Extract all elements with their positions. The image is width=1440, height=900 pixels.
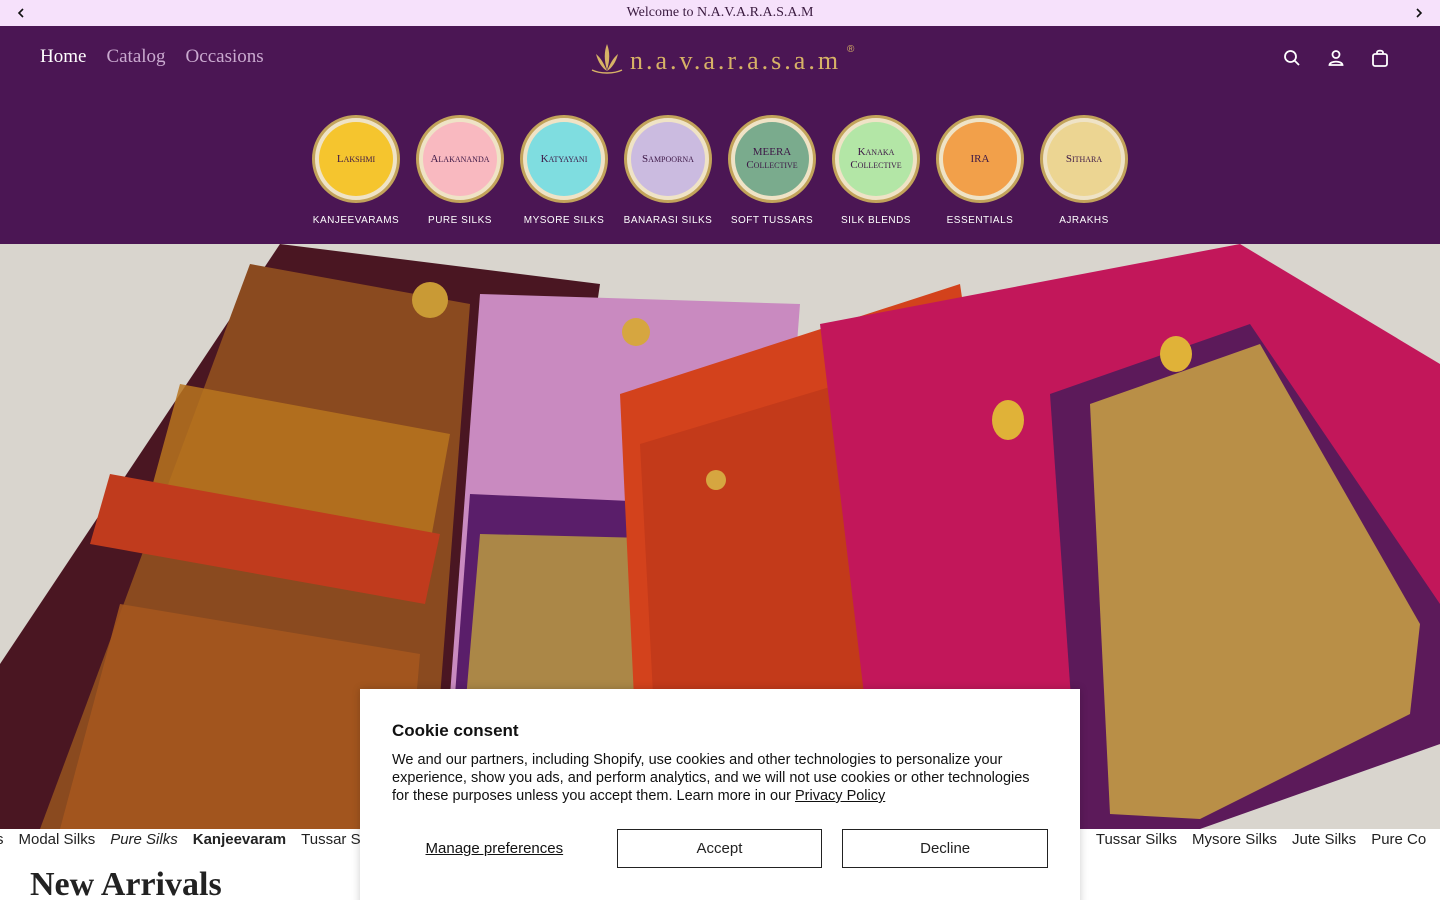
nav-home[interactable]: Home <box>40 46 86 68</box>
main-nav: Home Catalog Occasions <box>40 46 264 68</box>
logo-text: n.a.v.a.r.a.s.a.m <box>630 45 842 75</box>
marquee-item[interactable]: Jute Silks <box>1292 831 1356 848</box>
collection-name: Alakananda <box>430 152 490 165</box>
nav-occasions[interactable]: Occasions <box>186 46 264 68</box>
marquee-item[interactable]: s <box>0 831 4 848</box>
collection-name: Sampoorna <box>642 152 694 165</box>
collection-thumbnail: Katyayani <box>520 115 608 203</box>
collection-label: BANARASI SILKS <box>623 215 713 226</box>
header-actions <box>1282 48 1390 68</box>
marquee-item[interactable]: Pure Co <box>1371 831 1426 848</box>
decline-button[interactable]: Decline <box>842 829 1048 868</box>
cookie-title: Cookie consent <box>392 721 519 740</box>
cookie-actions: Manage preferences Accept Decline <box>392 829 1048 868</box>
cookie-consent-dialog: Cookie consent We and our partners, incl… <box>360 689 1080 900</box>
privacy-policy-link[interactable]: Privacy Policy <box>795 788 885 804</box>
announcement-bar: Welcome to N.A.V.A.R.A.S.A.M <box>0 0 1440 26</box>
collection-ajrakhs[interactable]: Sithara AJRAKHS <box>1040 115 1128 226</box>
collection-silk-blends[interactable]: Kanaka Collective SILK BLENDS <box>832 115 920 226</box>
manage-preferences-button[interactable]: Manage preferences <box>392 829 597 868</box>
search-icon[interactable] <box>1282 48 1302 68</box>
collection-thumbnail: Alakananda <box>416 115 504 203</box>
collection-label: PURE SILKS <box>428 215 492 226</box>
collection-name: Lakshmi <box>336 152 376 165</box>
lotus-logo-icon <box>590 40 624 81</box>
collection-thumbnail: MEERA Collective <box>728 115 816 203</box>
collection-label: AJRAKHS <box>1059 215 1109 226</box>
site-logo[interactable]: n.a.v.a.r.a.s.a.m ® <box>590 40 854 81</box>
chevron-left-icon[interactable] <box>8 0 34 26</box>
cookie-body: We and our partners, including Shopify, … <box>392 751 1048 805</box>
collection-list: Lakshmi KANJEEVARAMS Alakananda PURE SIL… <box>312 115 1128 226</box>
collection-mysore-silks[interactable]: Katyayani MYSORE SILKS <box>520 115 608 226</box>
collection-label: SOFT TUSSARS <box>730 215 814 226</box>
collection-thumbnail: Lakshmi <box>312 115 400 203</box>
collection-pure-silks[interactable]: Alakananda PURE SILKS <box>416 115 504 226</box>
cart-icon[interactable] <box>1370 48 1390 68</box>
new-arrivals-heading: New Arrivals <box>30 866 222 900</box>
accept-button[interactable]: Accept <box>616 829 823 868</box>
marquee-item[interactable]: Kanjeevaram <box>193 831 286 848</box>
logo-registered-mark: ® <box>847 44 855 55</box>
collection-thumbnail: Kanaka Collective <box>832 115 920 203</box>
marquee-track-right: am Tussar Silks Mysore Silks Jute Silks … <box>1060 831 1426 848</box>
chevron-right-icon[interactable] <box>1406 0 1432 26</box>
collection-thumbnail: Sithara <box>1040 115 1128 203</box>
site-header: Home Catalog Occasions n.a.v.a.r.a.s.a.m… <box>0 26 1440 244</box>
collection-name: Katyayani <box>540 152 588 165</box>
account-icon[interactable] <box>1326 48 1346 68</box>
marquee-item[interactable]: Mysore Silks <box>1192 831 1277 848</box>
collection-name: Sithara <box>1065 152 1103 165</box>
collection-thumbnail: Sampoorna <box>624 115 712 203</box>
marquee-track-left: s Modal Silks Pure Silks Kanjeevaram Tus… <box>0 831 382 848</box>
collection-label: SILK BLENDS <box>841 215 911 226</box>
marquee-item[interactable]: Modal Silks <box>19 831 96 848</box>
cookie-body-text: We and our partners, including Shopify, … <box>392 752 1030 804</box>
nav-catalog[interactable]: Catalog <box>106 46 165 68</box>
collection-soft-tussars[interactable]: MEERA Collective SOFT TUSSARS <box>728 115 816 226</box>
collection-label: ESSENTIALS <box>946 215 1014 226</box>
collection-essentials[interactable]: IRA ESSENTIALS <box>936 115 1024 226</box>
collection-label: KANJEEVARAMS <box>312 215 400 226</box>
collection-thumbnail: IRA <box>936 115 1024 203</box>
collection-label: MYSORE SILKS <box>523 215 605 226</box>
collection-name: IRA <box>970 152 990 165</box>
collection-name: MEERA Collective <box>746 146 798 171</box>
marquee-item[interactable]: Pure Silks <box>110 831 178 848</box>
announcement-text: Welcome to N.A.V.A.R.A.S.A.M <box>626 5 814 20</box>
collection-name: Kanaka Collective <box>850 146 902 171</box>
collection-banarasi-silks[interactable]: Sampoorna BANARASI SILKS <box>624 115 712 226</box>
collection-kanjeevarams[interactable]: Lakshmi KANJEEVARAMS <box>312 115 400 226</box>
marquee-item[interactable]: Tussar Silks <box>1096 831 1177 848</box>
